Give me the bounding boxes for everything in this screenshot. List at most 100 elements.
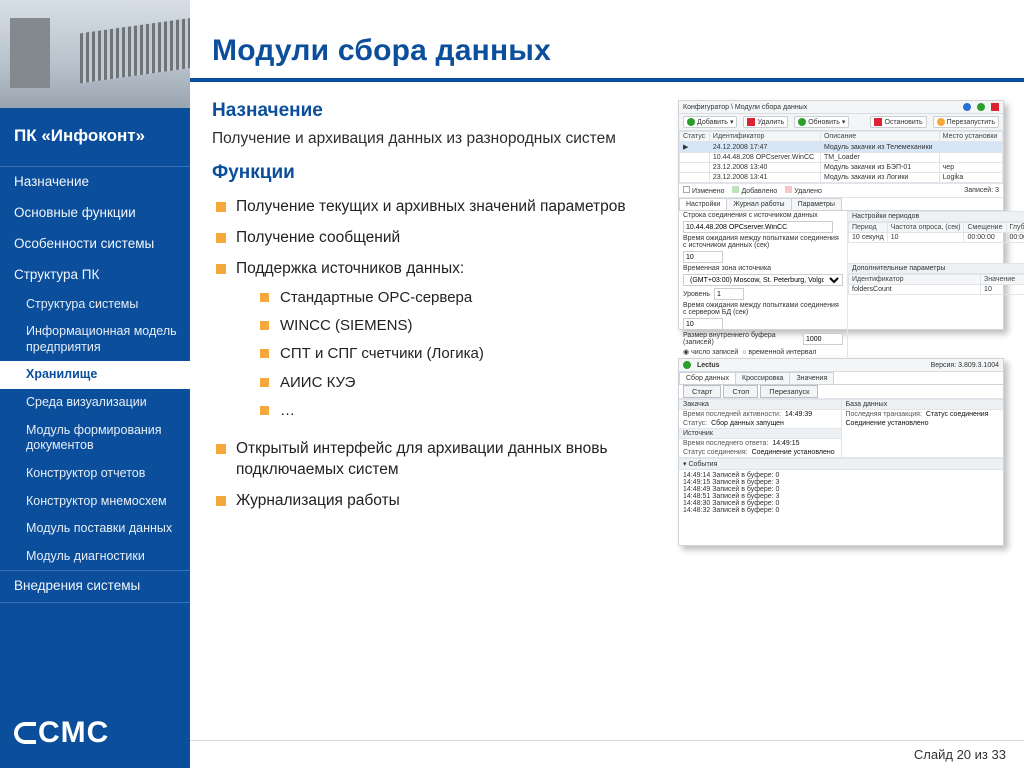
delete-button[interactable]: Удалить	[743, 116, 788, 128]
sub-bullet: АИИС КУЭ	[260, 369, 664, 397]
sub-bullet: WINCC (SIEMENS)	[260, 312, 664, 340]
section-heading: Назначение	[212, 100, 664, 122]
wait-src-input[interactable]	[683, 251, 723, 263]
nav-item[interactable]: Особенности системы	[0, 229, 190, 260]
table-row[interactable]: 23.12.2008 13:40Модуль закачки из БЭП-01…	[680, 163, 1003, 173]
table-row[interactable]: 10 секунд1000:00:0000:00:0	[849, 233, 1024, 243]
bullet: Поддержка источников данных: Стандартные…	[214, 254, 664, 434]
nav-item[interactable]: Основные функции	[0, 198, 190, 229]
product-name: ПК «Инфоконт»	[0, 108, 190, 166]
title-band: Модули сбора данных	[190, 0, 1024, 82]
start-button[interactable]: Старт	[683, 385, 721, 398]
footer: Слайд 20 из 33	[190, 740, 1024, 768]
log-line: 14:49:15 Записей в буфере: 3	[683, 479, 999, 486]
add-button[interactable]: Добавить ▾	[683, 116, 737, 128]
content: Назначение Получение и архивация данных …	[190, 82, 1024, 740]
log-header: ▾ События	[679, 458, 1003, 470]
window-title-bar: Lectus Версия: 3.809.3.1004	[679, 359, 1003, 372]
nav-subitem[interactable]: Модуль поставки данных	[0, 515, 190, 543]
logo-text: CMC	[38, 716, 109, 750]
nav-item[interactable]: Структура ПК	[0, 260, 190, 291]
bullet-text: Поддержка источников данных:	[236, 260, 464, 277]
nav-subitem[interactable]: Модуль диагностики	[0, 543, 190, 571]
stop-icon	[874, 118, 882, 126]
table-row[interactable]: 23.12.2008 13:41Модуль закачки из Логики…	[680, 173, 1003, 183]
logo: CMC	[0, 702, 190, 768]
refresh-icon	[798, 118, 806, 126]
restart-icon	[937, 118, 945, 126]
log-line: 14:48:32 Записей в буфере: 0	[683, 507, 999, 514]
log-line: 14:48:30 Записей в буфере: 0	[683, 500, 999, 507]
plus-icon	[687, 118, 695, 126]
toolbar: Добавить ▾ Удалить Обновить ▾ Остановить…	[679, 114, 1003, 131]
tab[interactable]: Настройки	[679, 198, 727, 210]
divider	[0, 602, 190, 603]
bullet: Открытый интерфейс для архивации данных …	[214, 434, 664, 486]
legend-swatch	[785, 186, 792, 193]
sub-bullet-list: Стандартные OPC-сервера WINCC (SIEMENS) …	[260, 284, 664, 425]
group-header: Закачка	[679, 399, 841, 410]
tab[interactable]: Журнал работы	[726, 198, 791, 210]
screenshots-column: Конфигуратор \ Модули сбора данных Добав…	[678, 96, 1006, 740]
extra-table: ИдентификаторЗначение foldersCount10	[848, 274, 1024, 295]
wait-db-input[interactable]	[683, 318, 723, 330]
section-text: Получение и архивация данных из разнород…	[212, 130, 664, 148]
nav-subitem[interactable]: Конструктор отчетов	[0, 460, 190, 488]
nav-subitem[interactable]: Модуль формирования документов	[0, 417, 190, 460]
settings-right: Настройки периодов ПериодЧастота опроса,…	[848, 211, 1024, 357]
bullet: Получение текущих и архивных значений па…	[214, 192, 664, 223]
sidebar: ПК «Инфоконт» Назначение Основные функци…	[0, 0, 190, 768]
settings-left: Строка соединения с источником данных Вр…	[679, 211, 848, 357]
refresh-button[interactable]: Обновить ▾	[794, 116, 849, 128]
nav-subitem[interactable]: Информационная модель предприятия	[0, 318, 190, 361]
status-right: База данных Последняя транзакция:Статус …	[842, 399, 1004, 457]
bullet: Журнализация работы	[214, 486, 664, 517]
nav-item[interactable]: Назначение	[0, 167, 190, 198]
periods-table: ПериодЧастота опроса, (сек)СмещениеГлуби…	[848, 222, 1024, 243]
bufsize-input[interactable]	[803, 333, 843, 345]
tab[interactable]: Сбор данных	[679, 372, 736, 384]
window-icon	[963, 103, 971, 111]
button-row: Старт Стоп Перезапуск	[679, 385, 1003, 398]
text-column: Назначение Получение и архивация данных …	[212, 96, 664, 740]
app-icon	[683, 361, 691, 369]
nav-subitem[interactable]: Конструктор мнемосхем	[0, 488, 190, 516]
tz-select[interactable]: (GMT+03:00) Moscow, St. Peterburg, Volgo…	[683, 274, 843, 286]
table-row[interactable]: ▶24.12.2008 17:47Модуль закачки из Телем…	[680, 142, 1003, 153]
tab[interactable]: Значения	[789, 372, 834, 384]
tab[interactable]: Параметры	[791, 198, 842, 210]
level-input[interactable]	[714, 288, 744, 300]
nav-item[interactable]: Внедрения системы	[0, 571, 190, 602]
bullet: Получение сообщений	[214, 223, 664, 254]
bullet-list: Получение текущих и архивных значений па…	[214, 192, 664, 517]
sidebar-photo	[0, 0, 190, 108]
group-header: Источник	[679, 428, 841, 439]
logo-c-icon	[14, 722, 36, 744]
tab[interactable]: Кроссировка	[735, 372, 790, 384]
nav-subitem[interactable]: Среда визуализации	[0, 389, 190, 417]
nav-subitem[interactable]: Структура системы	[0, 291, 190, 319]
radio-records[interactable]: ◉ число записей	[683, 348, 738, 356]
window-icon	[977, 103, 985, 111]
stop-button[interactable]: Стоп	[723, 385, 758, 398]
x-icon	[747, 118, 755, 126]
page-title: Модули сбора данных	[212, 34, 1024, 68]
sub-bullet: СПТ и СПГ счетчики (Логика)	[260, 340, 664, 368]
slide-counter: Слайд 20 из 33	[914, 747, 1006, 762]
log-line: 14:48:49 Записей в буфере: 0	[683, 486, 999, 493]
periods-header: Настройки периодов	[848, 211, 1024, 222]
legend-swatch	[732, 186, 739, 193]
table-row[interactable]: foldersCount10	[849, 285, 1024, 295]
conn-string-input[interactable]	[683, 221, 833, 233]
radio-interval[interactable]: ○ временной интервал	[742, 349, 816, 356]
restart-button[interactable]: Перезапуск	[760, 385, 818, 398]
modules-table: СтатусИдентификаторОписаниеМесто установ…	[679, 131, 1003, 183]
restart-button[interactable]: Перезапустить	[933, 116, 999, 128]
sub-bullet: …	[260, 397, 664, 425]
section-heading: Функции	[212, 162, 664, 184]
slide-root: ПК «Инфоконт» Назначение Основные функци…	[0, 0, 1024, 768]
nav-subitem-active[interactable]: Хранилище	[0, 361, 190, 389]
table-row[interactable]: 10.44.48.208 OPCserver.WinCCTM_Loader	[680, 153, 1003, 163]
log-line: 14:49:14 Записей в буфере: 0	[683, 472, 999, 479]
stop-button[interactable]: Остановить	[870, 116, 926, 128]
